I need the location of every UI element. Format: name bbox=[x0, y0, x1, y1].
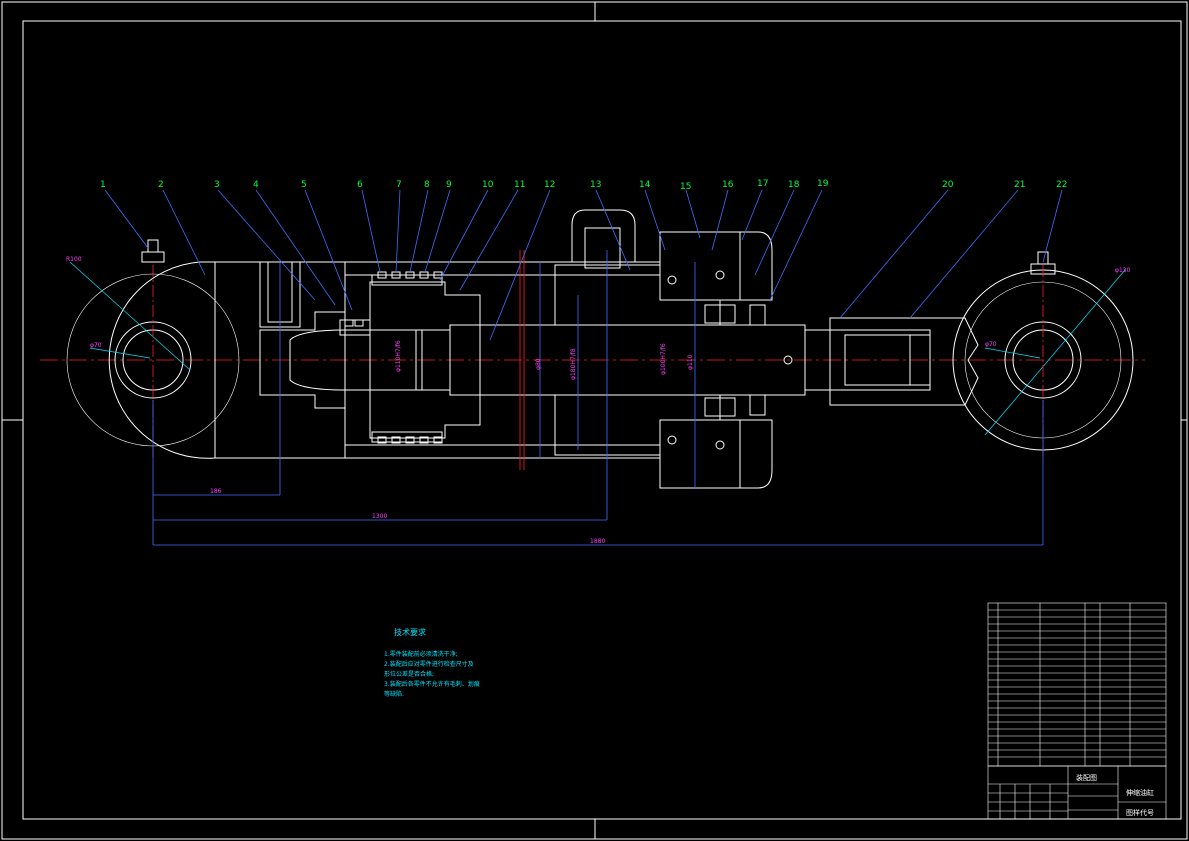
callout-5: 5 bbox=[301, 180, 307, 190]
callout-12: 12 bbox=[544, 180, 555, 190]
callout-2: 2 bbox=[158, 180, 164, 190]
callout-20: 20 bbox=[942, 180, 954, 190]
seals bbox=[344, 271, 443, 444]
inner-border bbox=[22, 20, 1182, 820]
notes-line-1: 1.零件装配前必须清洗干净; bbox=[384, 650, 458, 658]
section-label-3: φ100H7/f6 bbox=[660, 343, 667, 375]
callout-10: 10 bbox=[482, 180, 494, 190]
dim-phi-left: φ70 bbox=[90, 342, 102, 349]
dim-phi-right: φ70 bbox=[985, 341, 997, 348]
notes-line-5: 等缺陷. bbox=[384, 690, 404, 698]
callout-4: 4 bbox=[253, 180, 259, 190]
piston bbox=[339, 274, 481, 443]
callout-7: 7 bbox=[396, 180, 402, 190]
dim-1300: 1300 bbox=[372, 513, 387, 520]
callout-1: 1 bbox=[100, 180, 106, 190]
title-drawing-code: 图样代号 bbox=[1126, 808, 1154, 817]
title-part-name: 伸缩油缸 bbox=[1126, 788, 1154, 797]
callout-19: 19 bbox=[817, 179, 829, 189]
dim-1880: 1880 bbox=[590, 538, 605, 545]
notes-line-3: 形位公差是否合格; bbox=[384, 670, 434, 678]
callout-14: 14 bbox=[639, 180, 651, 190]
callout-22: 22 bbox=[1056, 180, 1067, 190]
callout-16: 16 bbox=[722, 180, 734, 190]
section-label-5: φ110 bbox=[687, 354, 694, 370]
callout-3: 3 bbox=[214, 180, 220, 190]
notes-line-4: 3.装配后各零件不允许有毛刺、划痕 bbox=[384, 680, 480, 688]
dim-r-right: φ130 bbox=[1115, 267, 1131, 274]
dim-186: 186 bbox=[210, 488, 222, 495]
callout-13: 13 bbox=[590, 180, 601, 190]
right-rod-end bbox=[804, 251, 1134, 455]
callout-6: 6 bbox=[357, 180, 363, 190]
callout-18: 18 bbox=[788, 180, 800, 190]
notes-line-2: 2.装配后应对零件进行检查尺寸及 bbox=[384, 660, 474, 668]
callout-11: 11 bbox=[514, 180, 525, 190]
callout-17: 17 bbox=[757, 179, 768, 189]
outer-border bbox=[1, 1, 1188, 840]
callout-21: 21 bbox=[1014, 180, 1025, 190]
notes-heading: 技术要求 bbox=[394, 627, 426, 637]
section-label-1: φ110H7/f6 bbox=[395, 340, 402, 372]
section-label-2: φ180H7/f8 bbox=[570, 348, 577, 380]
cad-drawing: 186 1300 1880 R100 φ70 φ130 φ70 φ110H7/f… bbox=[1, 1, 1188, 840]
callout-15: 15 bbox=[680, 182, 691, 192]
title-drawing-type: 装配图 bbox=[1076, 773, 1097, 782]
dim-r-left: R100 bbox=[66, 256, 82, 263]
callout-9: 9 bbox=[446, 180, 452, 190]
callout-8: 8 bbox=[424, 180, 430, 190]
section-label-4: φ80 bbox=[535, 358, 542, 370]
parts-list bbox=[987, 602, 1167, 767]
